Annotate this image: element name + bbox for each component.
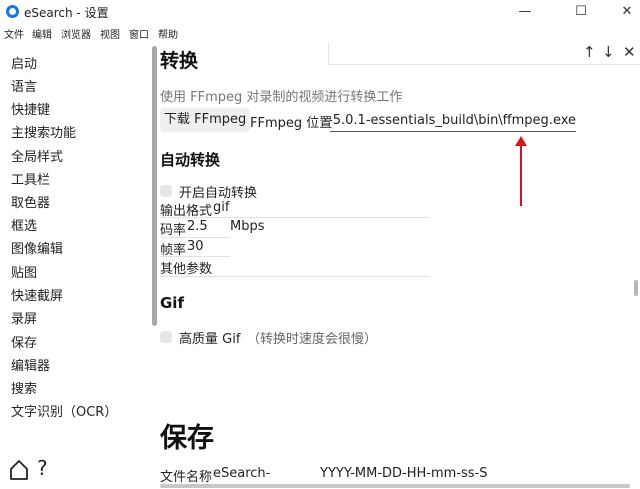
filename-pattern-input[interactable]: YYYY-MM-DD-HH-mm-ss-S <box>320 466 488 481</box>
ffmpeg-path-label: FFmpeg 位置 <box>250 116 333 131</box>
sidebar-item-main-search[interactable]: 主搜索功能 <box>11 122 76 141</box>
sidebar-item-screen-record[interactable]: 录屏 <box>11 308 37 327</box>
auto-convert-section-title: 自动转换 <box>160 151 221 169</box>
filename-prefix-input[interactable]: eSearch- <box>213 466 270 481</box>
sidebar-item-save[interactable]: 保存 <box>11 332 37 351</box>
auto-convert-label: 开启自动转换 <box>179 186 258 201</box>
output-format-underline <box>160 217 430 218</box>
convert-description: 使用 FFmpeg 对录制的视频进行转换工作 <box>160 90 403 105</box>
menu-help[interactable]: 帮助 <box>158 26 178 41</box>
menu-bar: 文件 编辑 浏览器 视图 窗口 帮助 <box>0 24 640 42</box>
download-ffmpeg-button[interactable]: 下载 FFmpeg <box>160 108 251 132</box>
menu-window[interactable]: 窗口 <box>129 26 149 41</box>
menu-browser[interactable]: 浏览器 <box>61 26 91 41</box>
sidebar-item-pin[interactable]: 贴图 <box>11 262 37 281</box>
bitrate-unit: Mbps <box>230 219 265 234</box>
settings-sidebar: 启动 语言 快捷键 主搜索功能 全局样式 工具栏 取色器 框选 图像编辑 贴图 … <box>0 42 152 489</box>
sidebar-item-shortcuts[interactable]: 快捷键 <box>11 99 50 118</box>
menu-view[interactable]: 视图 <box>100 26 120 41</box>
hq-gif-checkbox[interactable] <box>160 331 172 343</box>
other-params-underline <box>160 276 430 277</box>
menu-edit[interactable]: 编辑 <box>32 26 52 41</box>
close-button[interactable]: ✕ <box>604 0 640 24</box>
annotation-arrow <box>515 136 527 206</box>
sidebar-item-color-picker[interactable]: 取色器 <box>11 192 50 211</box>
hq-gif-label: 高质量 Gif <box>179 332 241 347</box>
filename-label: 文件名称 <box>160 470 213 485</box>
bitrate-label: 码率 <box>160 223 187 238</box>
sidebar-item-image-edit[interactable]: 图像编辑 <box>11 238 63 257</box>
fps-underline <box>160 256 230 257</box>
sidebar-item-ocr[interactable]: 文字识别（OCR） <box>11 401 117 420</box>
title-bar: eSearch - 设置 — ☐ ✕ <box>0 0 640 24</box>
sidebar-item-language[interactable]: 语言 <box>11 76 37 95</box>
sidebar-item-toolbar[interactable]: 工具栏 <box>11 169 50 188</box>
home-icon[interactable] <box>9 459 29 481</box>
app-logo-icon <box>6 5 19 18</box>
sidebar-item-selection[interactable]: 框选 <box>11 215 37 234</box>
content-scrollbar[interactable] <box>634 280 638 296</box>
other-params-label: 其他参数 <box>160 262 213 277</box>
help-icon[interactable]: ? <box>37 456 48 480</box>
sidebar-item-quick-screenshot[interactable]: 快速截屏 <box>11 285 63 304</box>
fps-input[interactable]: 30 <box>187 239 204 254</box>
maximize-button[interactable]: ☐ <box>558 0 604 24</box>
save-section-title: 保存 <box>160 423 214 454</box>
window-title: eSearch - 设置 <box>24 6 109 20</box>
settings-content: 转换 使用 FFmpeg 对录制的视频进行转换工作 下载 FFmpeg FFmp… <box>160 42 630 489</box>
horizontal-scrollbar[interactable] <box>160 484 630 488</box>
convert-section-title: 转换 <box>160 50 199 72</box>
minimize-button[interactable]: — <box>502 0 548 24</box>
auto-convert-checkbox[interactable] <box>160 185 172 197</box>
gif-section-title: Gif <box>160 294 184 312</box>
menu-file[interactable]: 文件 <box>4 26 24 41</box>
sidebar-item-startup[interactable]: 启动 <box>11 53 37 72</box>
sidebar-item-search[interactable]: 搜索 <box>11 378 37 397</box>
ffmpeg-path-input[interactable]: C:\ffmpeg-5.0.1-essentials_build\bin\ffm… <box>330 111 576 132</box>
hq-gif-note: （转换时速度会很慢） <box>247 332 378 347</box>
sidebar-item-global-style[interactable]: 全局样式 <box>11 146 63 165</box>
bitrate-underline <box>160 237 230 238</box>
bitrate-input[interactable]: 2.5 <box>187 219 208 234</box>
sidebar-item-editor[interactable]: 编辑器 <box>11 355 50 374</box>
sidebar-scrollbar[interactable] <box>152 46 157 326</box>
output-format-input[interactable]: gif <box>213 200 229 215</box>
